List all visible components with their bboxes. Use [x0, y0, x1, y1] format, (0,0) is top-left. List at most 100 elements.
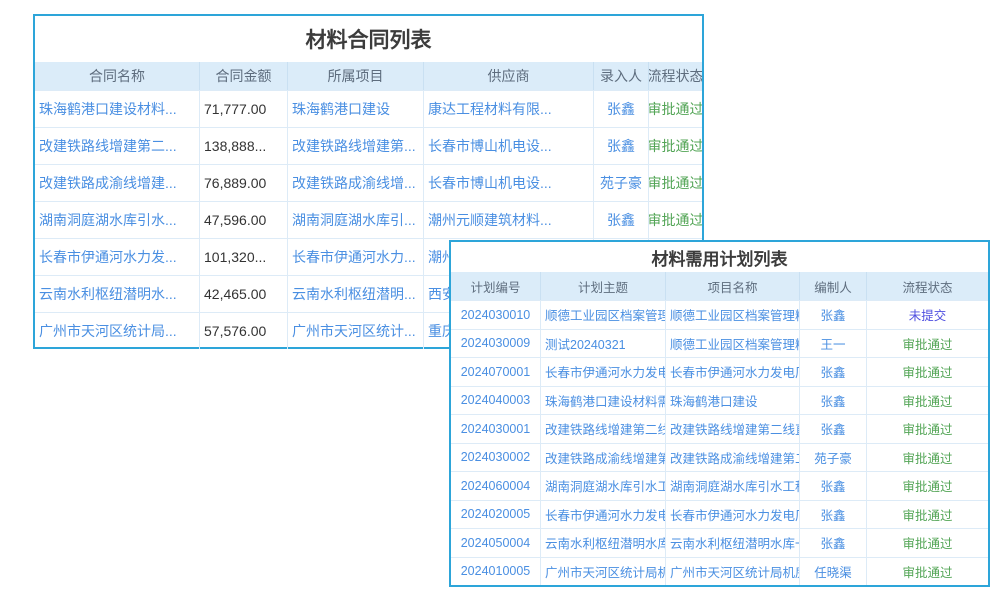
cell-status[interactable]: 审批通过 — [649, 128, 702, 164]
cell-name[interactable]: 改建铁路成渝线增建... — [35, 165, 200, 201]
cell-no[interactable]: 2024030001 — [451, 415, 541, 443]
cell-project[interactable]: 珠海鹤港口建设 — [288, 91, 424, 127]
cell-person: 张鑫 — [800, 358, 867, 386]
cell-person: 张鑫 — [800, 387, 867, 415]
cell-subject[interactable]: 广州市天河区统计局机... — [541, 558, 666, 586]
table-row: 2024040003珠海鹤港口建设材料需...珠海鹤港口建设张鑫审批通过 — [451, 386, 988, 415]
cell-subject[interactable]: 珠海鹤港口建设材料需... — [541, 387, 666, 415]
cell-project[interactable]: 改建铁路成渝线增... — [288, 165, 424, 201]
cell-no[interactable]: 2024050004 — [451, 529, 541, 557]
cell-subject[interactable]: 顺德工业园区档案管理... — [541, 301, 666, 329]
cell-name[interactable]: 改建铁路线增建第二... — [35, 128, 200, 164]
cell-status[interactable]: 审批通过 — [867, 387, 988, 415]
plan-table-body: 2024030010顺德工业园区档案管理...顺德工业园区档案管理精...张鑫未… — [451, 300, 988, 585]
table-row: 2024030001改建铁路线增建第二线...改建铁路线增建第二线直...张鑫审… — [451, 414, 988, 443]
cell-no[interactable]: 2024040003 — [451, 387, 541, 415]
table-row: 2024030010顺德工业园区档案管理...顺德工业园区档案管理精...张鑫未… — [451, 300, 988, 329]
cell-status[interactable]: 审批通过 — [867, 501, 988, 529]
cell-name[interactable]: 长春市伊通河水力发... — [35, 239, 200, 275]
table-row: 改建铁路线增建第二...138,888...改建铁路线增建第...长春市博山机电… — [35, 127, 702, 164]
cell-supplier[interactable]: 潮州元顺建筑材料... — [424, 202, 594, 238]
cell-subject[interactable]: 湖南洞庭湖水库引水工... — [541, 472, 666, 500]
cell-person: 张鑫 — [800, 415, 867, 443]
column-header-name: 合同名称 — [35, 62, 200, 90]
cell-status[interactable]: 审批通过 — [867, 529, 988, 557]
cell-project[interactable]: 湖南洞庭湖水库引... — [288, 202, 424, 238]
contract-list-title: 材料合同列表 — [35, 16, 702, 62]
cell-no[interactable]: 2024030010 — [451, 301, 541, 329]
cell-amount: 42,465.00 — [200, 276, 288, 312]
cell-status[interactable]: 审批通过 — [867, 415, 988, 443]
table-row: 珠海鹤港口建设材料...71,777.00珠海鹤港口建设康达工程材料有限...张… — [35, 90, 702, 127]
cell-person: 王一 — [800, 330, 867, 358]
cell-project[interactable]: 顺德工业园区档案管理精... — [666, 330, 800, 358]
column-header-project: 项目名称 — [666, 272, 800, 300]
table-row: 改建铁路成渝线增建...76,889.00改建铁路成渝线增...长春市博山机电设… — [35, 164, 702, 201]
cell-project[interactable]: 改建铁路成渝线增建第二... — [666, 444, 800, 472]
cell-project[interactable]: 顺德工业园区档案管理精... — [666, 301, 800, 329]
column-header-status: 流程状态 — [649, 62, 702, 90]
plan-table-header-row: 计划编号计划主题项目名称编制人流程状态 — [451, 272, 988, 300]
cell-status[interactable]: 审批通过 — [649, 165, 702, 201]
cell-subject[interactable]: 长春市伊通河水力发电... — [541, 358, 666, 386]
cell-project[interactable]: 珠海鹤港口建设 — [666, 387, 800, 415]
plan-list-title: 材料需用计划列表 — [451, 242, 988, 272]
column-header-amount: 合同金额 — [200, 62, 288, 90]
cell-subject[interactable]: 云南水利枢纽潜明水库... — [541, 529, 666, 557]
cell-status[interactable]: 审批通过 — [649, 91, 702, 127]
column-header-no: 计划编号 — [451, 272, 541, 300]
cell-project[interactable]: 湖南洞庭湖水库引水工程... — [666, 472, 800, 500]
cell-no[interactable]: 2024060004 — [451, 472, 541, 500]
table-row: 2024030009测试20240321顺德工业园区档案管理精...王一审批通过 — [451, 329, 988, 358]
cell-amount: 76,889.00 — [200, 165, 288, 201]
cell-status[interactable]: 未提交 — [867, 301, 988, 329]
contract-table-header-row: 合同名称合同金额所属项目供应商录入人流程状态 — [35, 62, 702, 90]
cell-project[interactable]: 云南水利枢纽潜明... — [288, 276, 424, 312]
cell-project[interactable]: 改建铁路线增建第... — [288, 128, 424, 164]
cell-no[interactable]: 2024010005 — [451, 558, 541, 586]
cell-person: 苑子豪 — [800, 444, 867, 472]
cell-no[interactable]: 2024020005 — [451, 501, 541, 529]
cell-project[interactable]: 长春市伊通河水力发电厂... — [666, 501, 800, 529]
cell-supplier[interactable]: 康达工程材料有限... — [424, 91, 594, 127]
table-row: 2024060004湖南洞庭湖水库引水工...湖南洞庭湖水库引水工程...张鑫审… — [451, 471, 988, 500]
cell-supplier[interactable]: 长春市博山机电设... — [424, 165, 594, 201]
cell-no[interactable]: 2024030009 — [451, 330, 541, 358]
column-header-project: 所属项目 — [288, 62, 424, 90]
cell-status[interactable]: 审批通过 — [867, 472, 988, 500]
table-row: 2024020005长春市伊通河水力发电...长春市伊通河水力发电厂...张鑫审… — [451, 500, 988, 529]
cell-person: 张鑫 — [594, 202, 649, 238]
cell-name[interactable]: 广州市天河区统计局... — [35, 313, 200, 349]
cell-status[interactable]: 审批通过 — [867, 330, 988, 358]
cell-amount: 57,576.00 — [200, 313, 288, 349]
cell-subject[interactable]: 测试20240321 — [541, 330, 666, 358]
cell-project[interactable]: 广州市天河区统计... — [288, 313, 424, 349]
cell-no[interactable]: 2024030002 — [451, 444, 541, 472]
cell-project[interactable]: 广州市天河区统计局机房... — [666, 558, 800, 586]
cell-name[interactable]: 湖南洞庭湖水库引水... — [35, 202, 200, 238]
cell-project[interactable]: 改建铁路线增建第二线直... — [666, 415, 800, 443]
cell-person: 张鑫 — [594, 128, 649, 164]
cell-name[interactable]: 珠海鹤港口建设材料... — [35, 91, 200, 127]
column-header-supplier: 供应商 — [424, 62, 594, 90]
cell-person: 张鑫 — [800, 301, 867, 329]
column-header-status: 流程状态 — [867, 272, 988, 300]
cell-status[interactable]: 审批通过 — [649, 202, 702, 238]
cell-subject[interactable]: 改建铁路线增建第二线... — [541, 415, 666, 443]
cell-amount: 47,596.00 — [200, 202, 288, 238]
cell-subject[interactable]: 改建铁路成渝线增建第... — [541, 444, 666, 472]
cell-status[interactable]: 审批通过 — [867, 358, 988, 386]
cell-supplier[interactable]: 长春市博山机电设... — [424, 128, 594, 164]
cell-amount: 101,320... — [200, 239, 288, 275]
cell-project[interactable]: 云南水利枢纽潜明水库一... — [666, 529, 800, 557]
cell-name[interactable]: 云南水利枢纽潜明水... — [35, 276, 200, 312]
cell-status[interactable]: 审批通过 — [867, 558, 988, 586]
cell-person: 张鑫 — [800, 529, 867, 557]
cell-no[interactable]: 2024070001 — [451, 358, 541, 386]
cell-project[interactable]: 长春市伊通河水力... — [288, 239, 424, 275]
cell-status[interactable]: 审批通过 — [867, 444, 988, 472]
cell-subject[interactable]: 长春市伊通河水力发电... — [541, 501, 666, 529]
table-row: 湖南洞庭湖水库引水...47,596.00湖南洞庭湖水库引...潮州元顺建筑材料… — [35, 201, 702, 238]
cell-person: 张鑫 — [800, 472, 867, 500]
cell-project[interactable]: 长春市伊通河水力发电厂... — [666, 358, 800, 386]
